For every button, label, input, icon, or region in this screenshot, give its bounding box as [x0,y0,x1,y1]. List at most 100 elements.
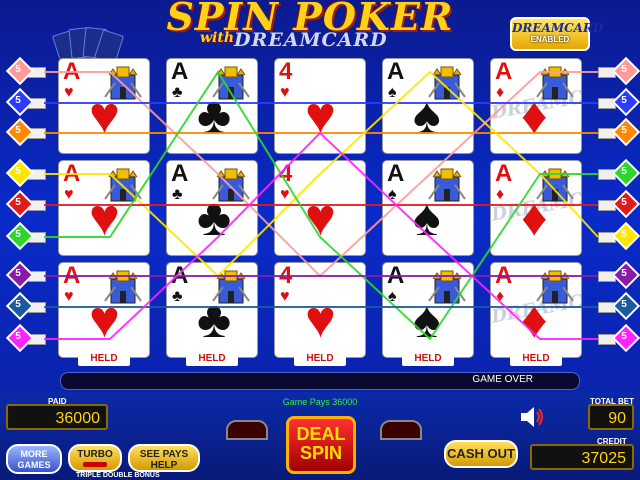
payline-marker-right-7[interactable]: 5 [598,260,640,290]
card-suit-small: ♣ [172,84,183,101]
title-dreamcard: DREAMCARD [234,29,388,51]
card-rank: 4 [279,262,293,289]
payline-marker-left-4[interactable]: 5 [5,158,46,188]
payline-marker-left-5[interactable]: 5 [5,189,46,219]
card-fan-decoration [51,26,126,65]
card-suit-small: ♣ [172,288,183,305]
game-pays-text: Game Pays 36000 [282,397,358,407]
payline-marker-right-2[interactable]: 5 [598,87,640,117]
turbo-indicator [83,462,107,467]
card-rank: A [171,160,189,187]
castle-icon [104,168,142,202]
card-rank: A [495,262,513,289]
held-label: HELD [402,352,454,366]
castle-icon [212,168,250,202]
card-rank: 4 [279,58,293,85]
title-with: with [200,30,235,46]
playing-card[interactable]: A ♣ ♣ [166,160,258,256]
game-title: SPIN POKER with DREAMCARD [130,0,490,58]
payline-number: 5 [15,166,21,177]
credit-meter: 37025 [530,444,634,470]
castle-icon [104,66,142,100]
payline-marker-right-1[interactable]: 5 [598,56,640,86]
cash-out-button[interactable]: CASH OUT [444,440,518,468]
payline-number: 5 [15,95,21,106]
playing-card[interactable]: A ♣ ♣ [166,262,258,358]
status-bar: GAME OVER [60,372,580,390]
playing-card[interactable]: A ♥ ♥ [58,160,150,256]
payline-number: 5 [621,125,627,136]
playing-card[interactable]: 4 ♥ ♥ [274,262,366,358]
see-pays-help-button[interactable]: SEE PAYS HELP [128,444,200,472]
card-rank: A [63,160,81,187]
card-rank: A [495,160,513,187]
payline-number: 5 [621,95,627,106]
card-rank: A [171,58,189,85]
playing-card[interactable]: 4 ♥ ♥ [274,58,366,154]
payline-number: 5 [15,125,21,136]
playing-card[interactable]: A ♠ ♠ [382,58,474,154]
card-suit-small: ♥ [280,288,290,305]
card-column-1[interactable]: A ♥ ♥ A ♥ ♥ A ♥ ♥ HELD [52,58,156,366]
payline-marker-right-3[interactable]: 5 [598,117,640,147]
payline-marker-right-6[interactable]: 5 [598,221,640,251]
card-suit-small: ♥ [64,288,74,305]
turbo-label: TURBO [77,449,113,460]
payline-marker-left-9[interactable]: 5 [5,323,46,353]
held-label: HELD [78,352,130,366]
payline-number: 5 [15,64,21,75]
payline-marker-left-6[interactable]: 5 [5,221,46,251]
held-label: HELD [294,352,346,366]
castle-icon [536,168,574,202]
payline-number: 5 [621,64,627,75]
playing-card[interactable]: A ♠ ♠ [382,262,474,358]
payline-marker-right-4[interactable]: 5 [598,158,640,188]
castle-icon [212,270,250,304]
castle-icon [428,66,466,100]
playing-card[interactable]: A ♦ DREAMCARD ♦ [490,262,582,358]
castle-icon [536,270,574,304]
card-column-4[interactable]: A ♠ ♠ A ♠ ♠ A ♠ ♠ HELD [376,58,480,366]
card-column-2[interactable]: A ♣ ♣ A ♣ ♣ A ♣ ♣ HELD [160,58,264,366]
triple-double-bonus-label: TRIPLE DOUBLE BONUS [76,472,160,479]
right-deck-pad [380,420,422,440]
card-column-5[interactable]: A ♦ DREAMCARD ♦ A ♦ DREAMCARD ♦ A ♦ DREAMCARD ♦ HELD [484,58,588,366]
payline-marker-left-1[interactable]: 5 [5,56,46,86]
playing-card[interactable]: 4 ♥ ♥ [274,160,366,256]
dreamcard-enabled-badge: DREAMCARD ENABLED [510,17,604,51]
badge-title: DREAMCARD [512,21,604,35]
payline-number: 5 [621,268,627,279]
payline-marker-left-2[interactable]: 5 [5,87,46,117]
card-rank: A [63,262,81,289]
castle-icon [212,66,250,100]
card-column-3[interactable]: 4 ♥ ♥ 4 ♥ ♥ 4 ♥ ♥ HELD [268,58,372,366]
castle-icon [428,270,466,304]
card-suit-small: ♥ [280,84,290,101]
speaker-icon[interactable] [518,404,546,430]
more-games-button[interactable]: MORE GAMES [6,444,62,474]
payline-marker-left-8[interactable]: 5 [5,291,46,321]
deal-spin-button[interactable]: DEAL SPIN [286,416,356,474]
payline-marker-left-7[interactable]: 5 [5,260,46,290]
card-suit-small: ♥ [64,84,74,101]
payline-number: 5 [621,299,627,310]
payline-marker-right-8[interactable]: 5 [598,291,640,321]
playing-card[interactable]: A ♠ ♠ [382,160,474,256]
playing-card[interactable]: A ♥ ♥ [58,58,150,154]
card-suit-small: ♦ [496,84,505,101]
playing-card[interactable]: A ♦ DREAMCARD ♦ [490,160,582,256]
held-label: HELD [186,352,238,366]
card-rank: A [63,58,81,85]
card-suit-small: ♠ [388,186,397,203]
card-rank: A [387,58,405,85]
castle-icon [104,270,142,304]
playing-card[interactable]: A ♥ ♥ [58,262,150,358]
playing-card[interactable]: A ♣ ♣ [166,58,258,154]
playing-card[interactable]: A ♦ DREAMCARD ♦ [490,58,582,154]
payline-number: 5 [15,299,21,310]
payline-number: 5 [15,331,21,342]
payline-marker-left-3[interactable]: 5 [5,117,46,147]
payline-marker-right-9[interactable]: 5 [598,323,640,353]
turbo-button[interactable]: TURBO [68,444,122,472]
payline-marker-right-5[interactable]: 5 [598,189,640,219]
